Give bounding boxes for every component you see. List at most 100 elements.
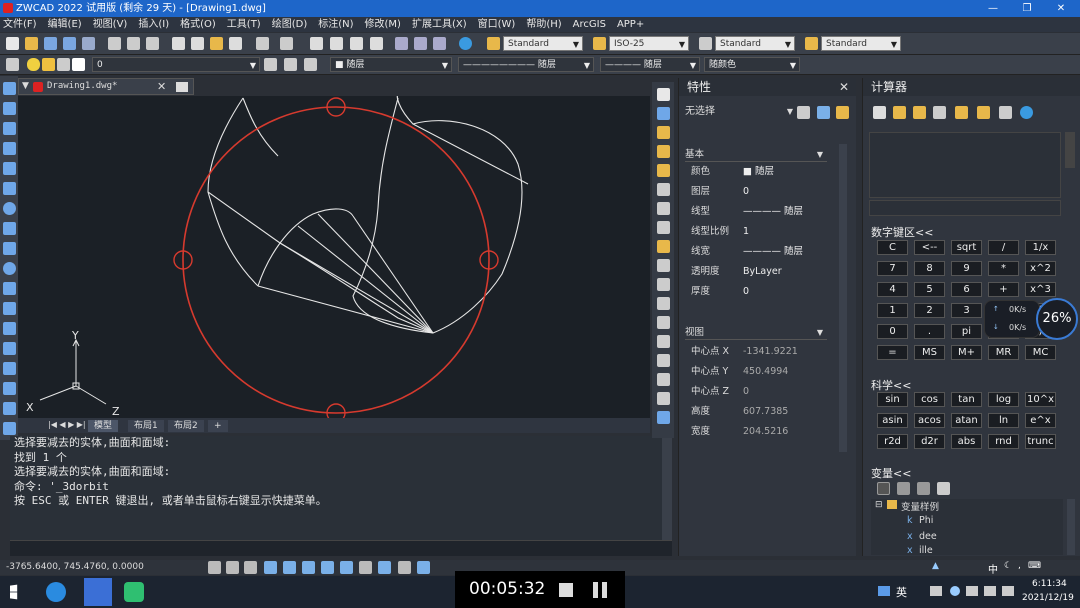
calc-key[interactable]: abs [951,434,982,449]
point-icon[interactable] [3,342,16,355]
prop-row-linetype-scale[interactable]: 线型比例 1 [679,222,827,242]
calc-key[interactable]: x^2 [1025,261,1056,276]
stop-icon[interactable] [559,583,573,597]
calc-key[interactable]: sqrt [951,240,982,255]
close-properties-icon[interactable]: ✕ [839,80,849,94]
dim-style-combo[interactable]: ISO-25 ▼ [609,36,689,51]
quick-select-icon[interactable] [836,106,849,119]
menu-modify[interactable]: 修改(M) [365,17,401,32]
edit-solid-icon[interactable] [657,411,670,424]
calc-scrollbar[interactable] [1065,132,1075,168]
calc-key[interactable]: atan [951,413,982,428]
rotate-icon[interactable] [657,202,670,215]
properties-icon[interactable] [395,37,408,50]
tool-palettes-icon[interactable] [433,37,446,50]
menu-insert[interactable]: 插入(I) [138,17,169,32]
calc-key[interactable]: 8 [914,261,945,276]
calc-key[interactable]: 1 [877,303,908,318]
basic-section-header[interactable]: 基本 ▼ [685,148,827,162]
array-icon[interactable] [657,164,670,177]
calc-key[interactable]: trunc [1025,434,1056,449]
calc-key[interactable]: pi [951,324,982,339]
calc-key[interactable]: C [877,240,908,255]
paste-icon[interactable] [210,37,223,50]
calc-key[interactable]: acos [914,413,945,428]
insert-block-icon[interactable] [3,302,16,315]
move-icon[interactable] [657,183,670,196]
calc-key[interactable]: MC [1025,345,1056,360]
new-variable-icon[interactable] [877,482,890,495]
join-icon[interactable] [657,316,670,329]
input-method-icon[interactable] [878,586,890,596]
drawing-tab-label[interactable]: Drawing1.dwg* [47,81,117,91]
table-style-combo[interactable]: Standard ▼ [715,36,795,51]
osnap-icon[interactable] [283,561,296,574]
layer-manager-icon[interactable] [6,58,19,71]
prop-row-layer[interactable]: 图层 0 [679,182,827,202]
var-section-header[interactable]: 变量<< [871,465,911,481]
ortho-icon[interactable] [244,561,257,574]
publish-icon[interactable] [82,37,95,50]
command-input[interactable] [10,540,672,556]
variable-item[interactable]: Phi [919,515,933,526]
offset-icon[interactable] [657,145,670,158]
zoom-realtime-icon[interactable] [330,37,343,50]
pause-icon[interactable] [593,582,598,598]
punctuation-icon[interactable]: , [1018,561,1021,571]
circle-icon[interactable] [3,202,16,215]
prop-row-center-x[interactable]: 中心点 X -1341.9221 [679,342,827,362]
prop-row-lineweight[interactable]: 线宽 ———— 随层 [679,242,827,262]
calc-key[interactable]: log [988,392,1019,407]
plot-icon[interactable] [146,37,159,50]
calc-key[interactable]: = [877,345,908,360]
menu-extensions[interactable]: 扩展工具(X) [412,17,467,32]
zwcad-taskbar-icon[interactable] [84,578,112,606]
calc-key[interactable]: 3 [951,303,982,318]
calc-key[interactable]: * [988,261,1019,276]
distance-icon[interactable] [955,106,968,119]
menu-window[interactable]: 窗口(W) [478,17,516,32]
print-preview-icon[interactable] [127,37,140,50]
arc2-icon[interactable] [3,182,16,195]
cut-icon[interactable] [172,37,185,50]
variable-item[interactable]: ille [919,545,933,556]
plot-style-combo[interactable]: 随颜色 ▼ [704,57,800,72]
color-combo[interactable]: ■ 随层 ▼ [330,57,452,72]
prop-row-linetype[interactable]: 线型 ———— 随层 [679,202,827,222]
polar-icon[interactable] [264,561,277,574]
arc-icon[interactable] [3,122,16,135]
bluetooth-icon[interactable] [950,586,960,596]
explode-icon[interactable] [657,373,670,386]
var-tree-root[interactable]: 变量样例 [901,499,939,513]
prop-row-height[interactable]: 高度 607.7385 [679,402,827,422]
pan-icon[interactable] [310,37,323,50]
clock-time[interactable]: 6:11:34 [1032,579,1067,589]
selection-cycling-icon[interactable] [398,561,411,574]
calc-key[interactable]: . [914,324,945,339]
calc-key[interactable]: 6 [951,282,982,297]
layer-state-icon[interactable] [304,58,317,71]
grid-icon[interactable] [208,561,221,574]
sun-icon[interactable] [42,58,55,71]
moon-icon[interactable]: ☾ [1004,561,1012,571]
ime-chinese[interactable]: 中 [988,561,998,576]
tray-icon[interactable] [930,586,942,596]
lineweight-combo[interactable]: ———— 随层 ▼ [600,57,700,72]
calculator-variable-icon[interactable] [937,482,950,495]
command-scrollbar[interactable] [662,436,672,540]
transparency-icon[interactable] [378,561,391,574]
calc-key[interactable]: MR [988,345,1019,360]
fillet-icon[interactable] [657,354,670,367]
variable-scrollbar[interactable] [1067,499,1075,555]
properties-scrollbar[interactable] [839,144,847,452]
line-icon[interactable] [3,82,16,95]
minimize-button[interactable]: — [976,0,1010,17]
text-style-combo[interactable]: Standard ▼ [503,36,583,51]
design-center-icon[interactable] [414,37,427,50]
menu-help[interactable]: 帮助(H) [526,17,561,32]
polyline-icon[interactable] [3,102,16,115]
tab-menu-icon[interactable]: ▼ [22,81,29,91]
trim-icon[interactable] [657,259,670,272]
spline-icon[interactable] [3,242,16,255]
make-current-layer-icon[interactable] [264,58,277,71]
